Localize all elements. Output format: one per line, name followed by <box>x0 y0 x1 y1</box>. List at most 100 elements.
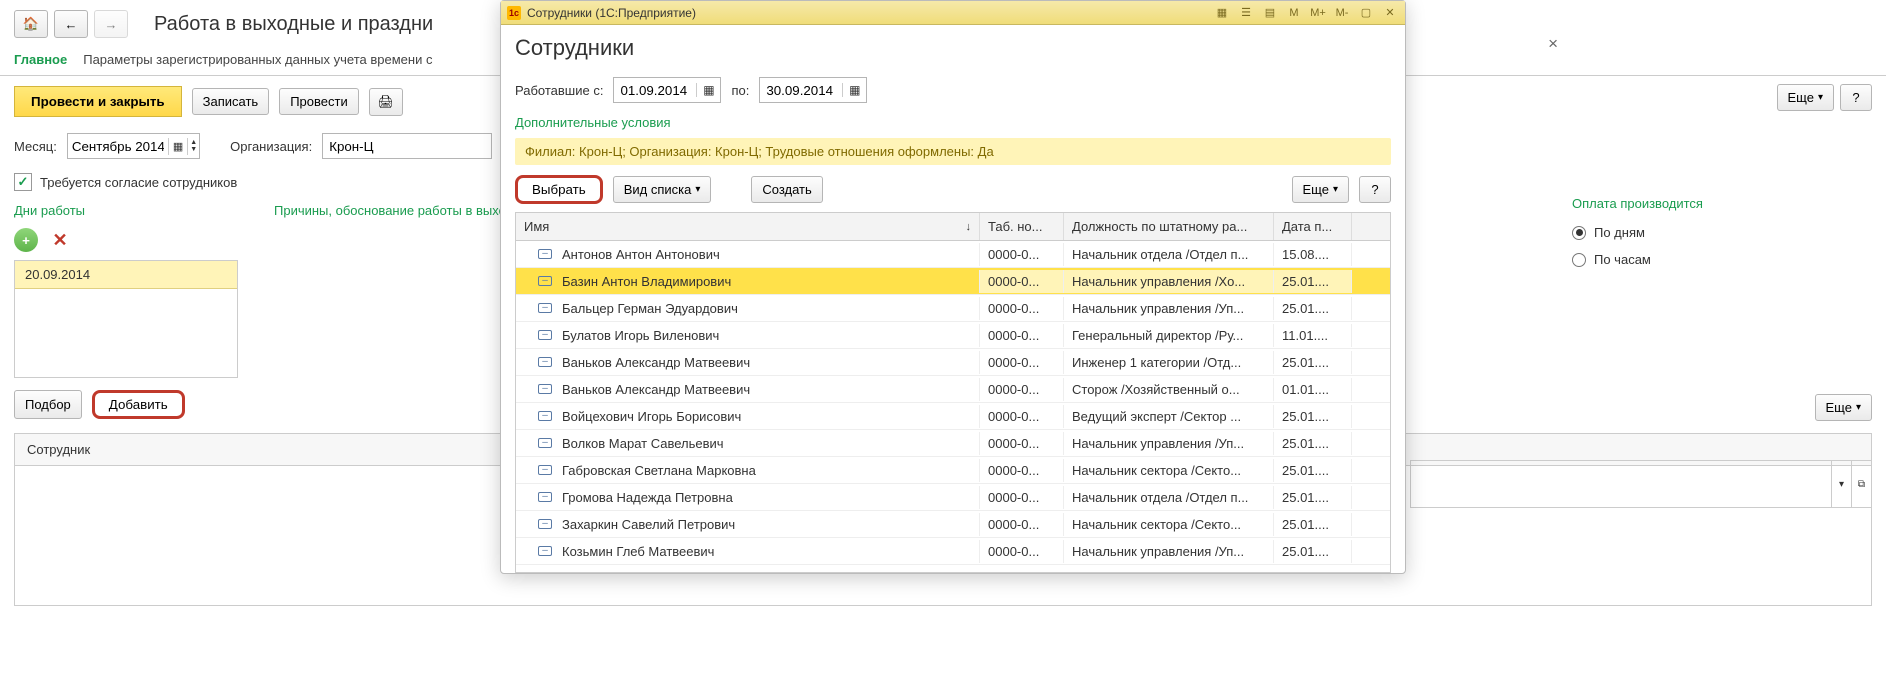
app-1c-icon: 1c <box>507 6 521 20</box>
employee-grid: Имя ↓ Таб. но... Должность по штатному р… <box>515 212 1391 573</box>
page-title: Работа в выходные и праздни <box>154 13 433 36</box>
row-name: Ваньков Александр Матвеевич <box>562 355 750 370</box>
table-row[interactable]: –Габровская Светлана Марковна0000-0...На… <box>516 457 1390 484</box>
row-icon: – <box>538 357 552 367</box>
help-button-top[interactable]: ? <box>1840 84 1872 111</box>
col-name-header[interactable]: Имя ↓ <box>516 213 980 240</box>
row-tab: 0000-0... <box>980 513 1064 536</box>
row-pos: Начальник отдела /Отдел п... <box>1064 486 1274 509</box>
spin-down-icon[interactable]: ▼ <box>190 146 197 153</box>
tab-main[interactable]: Главное <box>14 52 67 67</box>
table-row[interactable]: –Войцехович Игорь Борисович0000-0...Веду… <box>516 403 1390 430</box>
date-to-field[interactable] <box>760 81 842 100</box>
pay-by-days-radio[interactable] <box>1572 226 1586 240</box>
comment-dropdown-icon[interactable]: ▾ <box>1831 461 1851 507</box>
row-name: Громова Надежда Петровна <box>562 490 733 505</box>
row-icon: – <box>538 438 552 448</box>
row-name: Войцехович Игорь Борисович <box>562 409 741 424</box>
calendar-to-icon[interactable]: ▦ <box>842 83 866 97</box>
create-button[interactable]: Создать <box>751 176 822 203</box>
home-button[interactable]: 🏠 <box>14 10 48 38</box>
row-tab: 0000-0... <box>980 324 1064 347</box>
date-list-item[interactable]: 20.09.2014 <box>15 261 237 289</box>
col-date-header[interactable]: Дата п... <box>1274 213 1352 240</box>
post-and-close-button[interactable]: Провести и закрыть <box>14 86 182 117</box>
tb-icon-calc[interactable]: ▤ <box>1261 4 1279 22</box>
date-to-input[interactable]: ▦ <box>759 77 867 103</box>
dialog-more-button[interactable]: Еще <box>1292 176 1349 203</box>
back-button[interactable]: ← <box>54 10 88 38</box>
add-employee-button[interactable]: Добавить <box>92 390 185 419</box>
row-tab: 0000-0... <box>980 243 1064 266</box>
pick-button[interactable]: Подбор <box>14 390 82 419</box>
tb-m-plus[interactable]: M+ <box>1309 4 1327 22</box>
month-field[interactable] <box>68 137 168 156</box>
pay-by-hours-radio[interactable] <box>1572 253 1586 267</box>
col-name-text: Имя <box>524 219 549 234</box>
comment-box[interactable]: ▾ ⧉ <box>1410 460 1872 508</box>
row-date: 25.01.... <box>1274 486 1352 509</box>
calendar-icon[interactable]: ▦ <box>168 138 188 155</box>
consent-checkbox[interactable]: ✓ <box>14 173 32 191</box>
employees-dialog: 1c Сотрудники (1С:Предприятие) ▦ ☰ ▤ M M… <box>500 0 1406 574</box>
spin-up-icon[interactable]: ▲ <box>190 139 197 146</box>
comment-open-icon[interactable]: ⧉ <box>1851 461 1871 507</box>
month-input[interactable]: ▦ ▲▼ <box>67 133 200 159</box>
org-input[interactable] <box>322 133 492 159</box>
table-row[interactable]: –Булатов Игорь Виленович0000-0...Генерал… <box>516 322 1390 349</box>
dialog-heading: Сотрудники <box>515 35 1391 71</box>
add-day-button[interactable]: + <box>14 228 38 252</box>
row-date: 25.01.... <box>1274 270 1352 293</box>
col-tab-header[interactable]: Таб. но... <box>980 213 1064 240</box>
list-view-button[interactable]: Вид списка <box>613 176 712 203</box>
dialog-close-icon[interactable]: ✕ <box>1381 4 1399 22</box>
consent-label: Требуется согласие сотрудников <box>40 175 237 190</box>
row-icon: – <box>538 303 552 313</box>
table-row[interactable]: –Козьмин Глеб Матвеевич0000-0...Начальни… <box>516 538 1390 565</box>
row-date: 25.01.... <box>1274 297 1352 320</box>
calendar-from-icon[interactable]: ▦ <box>696 83 720 97</box>
comment-input[interactable] <box>1411 473 1831 496</box>
table-row[interactable]: –Волков Марат Савельевич0000-0...Начальн… <box>516 430 1390 457</box>
table-row[interactable]: –Бальцер Герман Эдуардович0000-0...Начал… <box>516 295 1390 322</box>
tb-m-minus[interactable]: M- <box>1333 4 1351 22</box>
post-button[interactable]: Провести <box>279 88 359 115</box>
row-pos: Начальник сектора /Секто... <box>1064 513 1274 536</box>
tb-icon-2[interactable]: ☰ <box>1237 4 1255 22</box>
table-row[interactable]: –Ваньков Александр Матвеевич0000-0...Инж… <box>516 349 1390 376</box>
row-pos: Инженер 1 категории /Отд... <box>1064 351 1274 374</box>
more-button-top[interactable]: Еще <box>1777 84 1834 111</box>
row-icon: – <box>538 249 552 259</box>
extra-conditions-link[interactable]: Дополнительные условия <box>515 109 1391 136</box>
date-list[interactable]: 20.09.2014 <box>14 260 238 378</box>
table-row[interactable]: –Громова Надежда Петровна0000-0...Началь… <box>516 484 1390 511</box>
sort-icon[interactable]: ↓ <box>966 221 972 233</box>
col-pos-header[interactable]: Должность по штатному ра... <box>1064 213 1274 240</box>
table-row[interactable]: –Базин Антон Владимирович0000-0...Началь… <box>516 268 1390 295</box>
row-name: Захаркин Савелий Петрович <box>562 517 735 532</box>
row-icon: – <box>538 519 552 529</box>
select-button[interactable]: Выбрать <box>515 175 603 204</box>
delete-day-button[interactable]: ✕ <box>48 228 72 252</box>
table-row[interactable]: –Захаркин Савелий Петрович 0000-0...Начал… <box>516 511 1390 538</box>
forward-button[interactable]: → <box>94 10 128 38</box>
save-button[interactable]: Записать <box>192 88 270 115</box>
table-row[interactable]: –Антонов Антон Антонович0000-0...Начальн… <box>516 241 1390 268</box>
close-main-icon[interactable]: × <box>1548 34 1558 54</box>
date-from-input[interactable]: ▦ <box>613 77 721 103</box>
print-button[interactable]: 🖨 <box>369 88 403 116</box>
tb-m[interactable]: M <box>1285 4 1303 22</box>
row-icon: – <box>538 384 552 394</box>
row-tab: 0000-0... <box>980 270 1064 293</box>
table-row[interactable]: –Ваньков Александр Матвеевич0000-0...Сто… <box>516 376 1390 403</box>
more-button-mid[interactable]: Еще <box>1815 394 1872 421</box>
grid-body[interactable]: –Антонов Антон Антонович0000-0...Начальн… <box>516 241 1390 572</box>
row-pos: Начальник управления /Хо... <box>1064 270 1274 293</box>
dialog-titlebar[interactable]: 1c Сотрудники (1С:Предприятие) ▦ ☰ ▤ M M… <box>501 1 1405 25</box>
tb-icon-1[interactable]: ▦ <box>1213 4 1231 22</box>
dialog-help-button[interactable]: ? <box>1359 176 1391 203</box>
tab-params[interactable]: Параметры зарегистрированных данных учет… <box>83 52 432 67</box>
pay-by-days-label: По дням <box>1594 225 1645 240</box>
dialog-maximize-icon[interactable]: ▢ <box>1357 4 1375 22</box>
date-from-field[interactable] <box>614 81 696 100</box>
